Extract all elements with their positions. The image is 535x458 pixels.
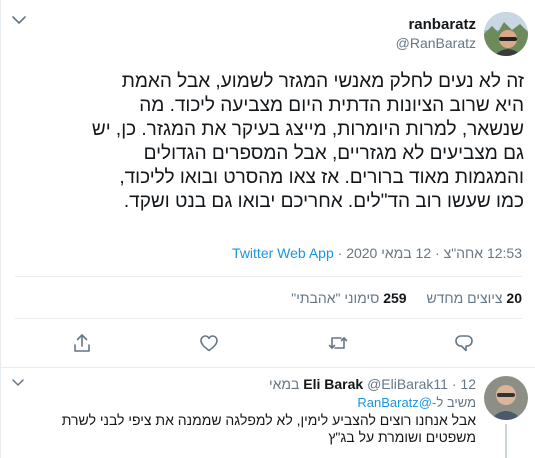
reply-avatar[interactable] <box>484 376 528 420</box>
replying-to-mention[interactable]: @RanBaratz <box>357 395 432 410</box>
likes-label: סימוני "אהבתי" <box>291 290 380 306</box>
tweet-actions <box>1 332 535 356</box>
thread-line <box>505 424 507 458</box>
reply-author-handle[interactable]: @EliBarak11 <box>367 376 448 392</box>
author-display-name[interactable]: ranbaratz <box>396 16 476 34</box>
chevron-down-icon[interactable] <box>11 14 27 26</box>
replying-to-label: משיב ל- <box>431 395 476 410</box>
retweet-icon[interactable] <box>327 332 349 354</box>
chevron-down-icon[interactable] <box>11 378 25 388</box>
reply-text: אבל אנחנו רוצים להצביע לימין, לא למפלגה … <box>61 412 476 445</box>
meta-separator: · <box>435 245 440 261</box>
replying-to: משיב ל-@RanBaratz <box>357 395 476 410</box>
meta-separator: · <box>337 245 343 261</box>
avatar[interactable] <box>484 12 528 56</box>
tweet-stats: 20 ציוצים מחדש 259 סימוני "אהבתי" <box>275 290 522 306</box>
retweets-stat[interactable]: 20 ציוצים מחדש <box>426 290 522 306</box>
likes-count: 259 <box>383 290 407 306</box>
reply-header: Eli Barak @EliBarak11 · 12 במאי <box>269 376 476 392</box>
tweet-time[interactable]: 12:53 אחה"צ <box>444 245 522 261</box>
tweet-author[interactable]: ranbaratz @RanBaratz <box>396 12 528 56</box>
reply-author-name[interactable]: Eli Barak <box>303 376 363 392</box>
tweet-date[interactable]: 12 במאי 2020 <box>346 245 431 261</box>
retweets-label: ציוצים מחדש <box>426 290 503 306</box>
divider <box>15 318 522 319</box>
author-names: ranbaratz @RanBaratz <box>396 16 476 52</box>
tweet-text: זה לא נעים לחלק מאנשי המגזר לשמוע, אבל ה… <box>91 71 524 212</box>
retweets-count: 20 <box>506 290 522 306</box>
tweet-source-link[interactable]: Twitter Web App <box>232 245 334 261</box>
avatar-image <box>484 12 528 56</box>
likes-stat[interactable]: 259 סימוני "אהבתי" <box>291 290 406 306</box>
tweet-meta: 12:53 אחה"צ · 12 במאי 2020 · Twitter Web… <box>232 245 522 261</box>
tweet-detail: ranbaratz @RanBaratz זה לא נעים לחלק מאנ… <box>0 0 535 458</box>
reply-divider <box>1 367 535 368</box>
divider <box>15 276 522 277</box>
avatar-image <box>484 376 528 420</box>
like-icon[interactable] <box>198 332 220 354</box>
meta-separator: · <box>451 376 457 392</box>
author-handle[interactable]: @RanBaratz <box>396 34 476 52</box>
reply-icon[interactable] <box>453 332 475 354</box>
share-icon[interactable] <box>71 332 93 354</box>
